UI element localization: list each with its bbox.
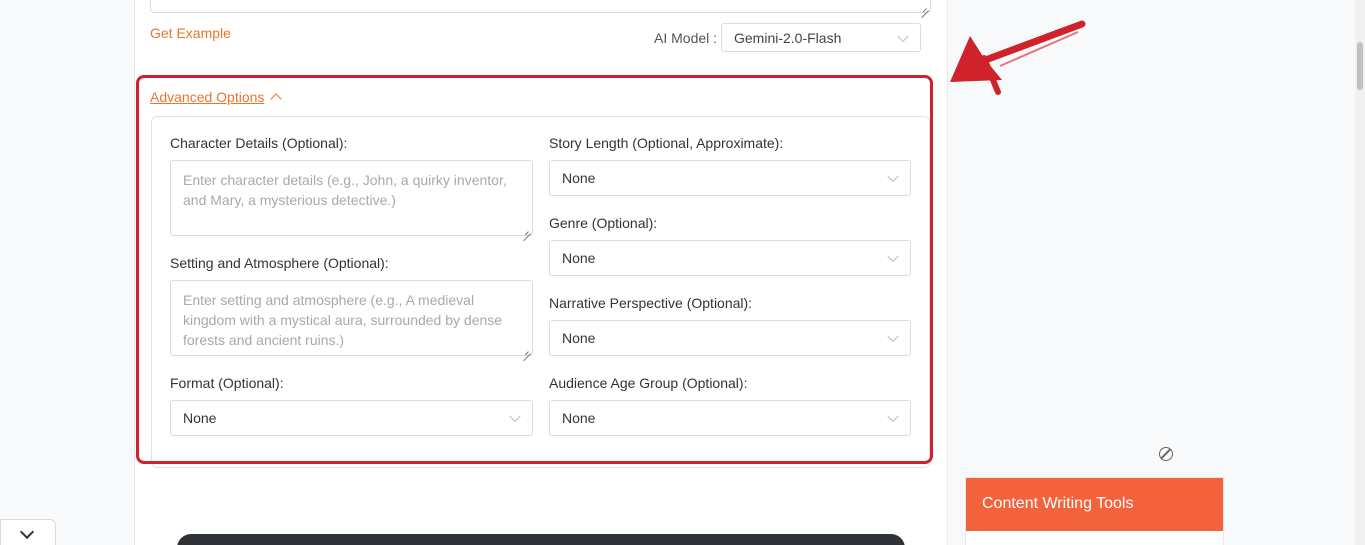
no-ads-icon[interactable] xyxy=(1159,447,1173,461)
annotation-arrow-icon xyxy=(950,20,1086,95)
topic-textarea[interactable] xyxy=(150,0,931,13)
content-writing-tools-card: Content Writing Tools xyxy=(965,477,1224,545)
ai-model-select[interactable]: Gemini-2.0-Flash xyxy=(721,23,921,52)
annotation-highlight-box xyxy=(136,75,933,464)
get-example-link[interactable]: Get Example xyxy=(150,25,231,41)
chevron-down-icon xyxy=(19,524,35,540)
content-writing-tools-title: Content Writing Tools xyxy=(966,478,1223,531)
resize-grip-icon[interactable] xyxy=(921,3,929,11)
collapse-tab-button[interactable] xyxy=(0,519,56,545)
ai-model-label: AI Model : xyxy=(654,30,718,46)
ai-model-value: Gemini-2.0-Flash xyxy=(734,30,842,46)
page-scrollbar[interactable] xyxy=(1355,0,1365,545)
scrollbar-thumb[interactable] xyxy=(1357,42,1363,90)
generate-button[interactable] xyxy=(177,534,905,545)
chevron-down-icon xyxy=(897,30,909,42)
